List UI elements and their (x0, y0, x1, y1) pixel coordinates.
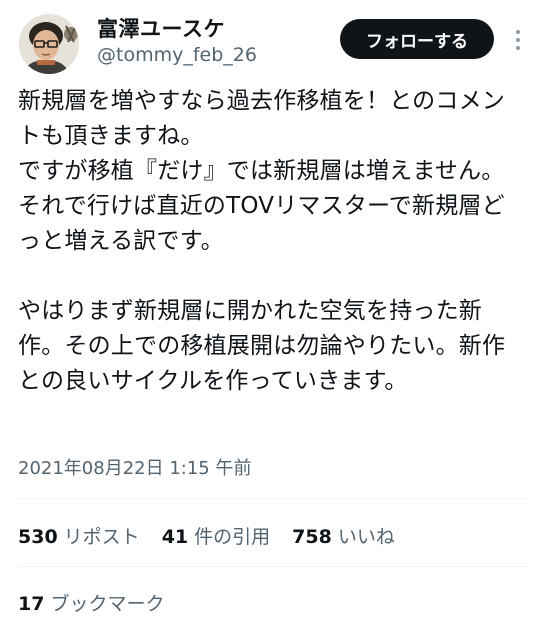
more-dot (516, 38, 520, 42)
quotes-stat[interactable]: 41 件の引用 (162, 522, 270, 549)
bookmarks-label: ブックマーク (50, 592, 165, 615)
reposts-count: 530 (18, 525, 58, 548)
follow-button[interactable]: フォローする (340, 19, 494, 59)
likes-count: 758 (292, 525, 332, 548)
divider (18, 498, 530, 499)
user-avatar[interactable] (19, 14, 79, 74)
bookmarks-stat[interactable]: 17 ブックマーク (18, 584, 164, 620)
reposts-label: リポスト (63, 525, 140, 548)
more-dot (516, 30, 520, 34)
user-handle[interactable]: @tommy_feb_26 (97, 44, 257, 66)
quotes-count: 41 (161, 525, 189, 548)
more-options-icon[interactable] (506, 26, 530, 54)
bookmarks-count: 17 (18, 592, 45, 615)
divider (18, 566, 530, 567)
tweet-timestamp[interactable]: 2021年08月22日 1:15 午前 (18, 454, 251, 480)
tweet-header: 富澤ユースケ @tommy_feb_26 フォローする (0, 0, 548, 90)
bookmarks-stat-inner: 17 ブックマーク (18, 589, 164, 616)
likes-stat[interactable]: 758 いいね (292, 522, 395, 549)
more-dot (516, 46, 520, 50)
display-name[interactable]: 富澤ユースケ (97, 13, 225, 43)
engagement-stats: 530 リポスト 41 件の引用 758 いいね (18, 517, 395, 553)
reposts-stat[interactable]: 530 リポスト (18, 522, 140, 549)
user-avatar-icon (19, 14, 79, 74)
likes-label: いいね (337, 525, 395, 548)
quotes-label: 件の引用 (194, 525, 271, 548)
tweet-text: 新規層を増やすなら過去作移植を！とのコメントも頂きますね。 ですが移植『だけ』で… (18, 88, 506, 394)
